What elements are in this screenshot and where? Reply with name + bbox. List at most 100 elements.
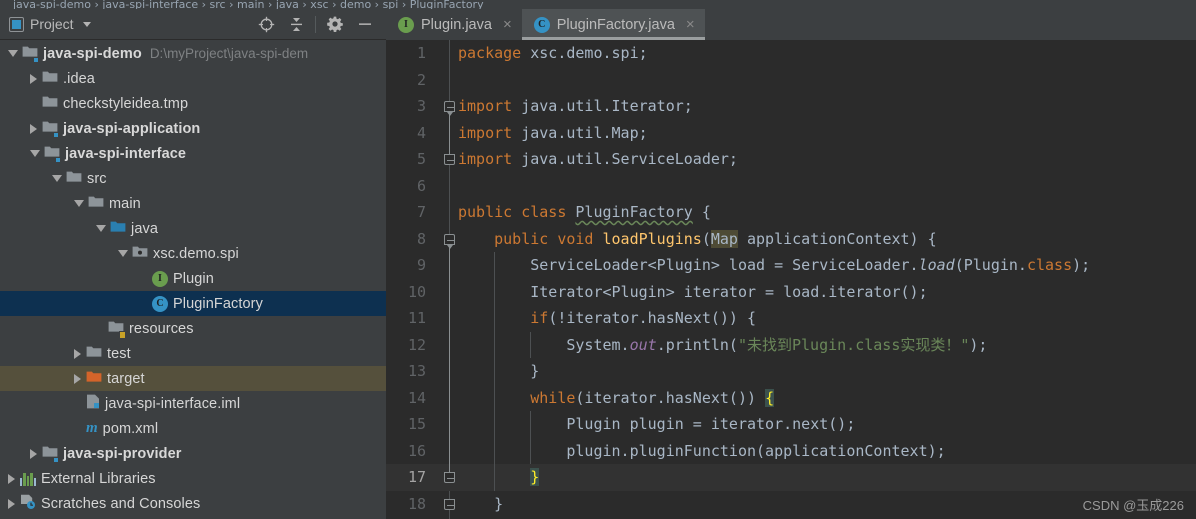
code-editor[interactable]: 1 package xsc.demo.spi; 2 3 import java.util… bbox=[386, 40, 1196, 519]
class-icon: C bbox=[152, 295, 168, 312]
line-number[interactable]: 4 bbox=[386, 120, 426, 147]
tree-row-label: java bbox=[131, 220, 158, 237]
watermark: CSDN @玉成226 bbox=[1082, 498, 1184, 513]
tree-row-main[interactable]: main bbox=[0, 191, 386, 216]
chevron-right-icon[interactable] bbox=[30, 123, 37, 134]
fold-marker-icon[interactable] bbox=[444, 472, 455, 483]
module-folder-icon bbox=[42, 445, 59, 463]
collapse-all-icon[interactable] bbox=[281, 10, 311, 38]
locate-in-tree-icon[interactable] bbox=[251, 10, 281, 38]
fold-marker-icon[interactable] bbox=[444, 233, 455, 249]
code-text: public class PluginFactory { bbox=[458, 203, 711, 221]
code-text: while(iterator.hasNext()) { bbox=[530, 388, 775, 407]
code-text: } bbox=[530, 362, 540, 380]
chevron-right-icon[interactable] bbox=[74, 348, 81, 359]
line-number[interactable]: 17 bbox=[386, 464, 426, 491]
line-number[interactable]: 12 bbox=[386, 332, 426, 359]
chevron-down-icon[interactable] bbox=[118, 250, 128, 257]
chevron-right-icon[interactable] bbox=[8, 498, 15, 509]
line-number[interactable]: 3 bbox=[386, 93, 426, 120]
code-line-5: 5 import java.util.ServiceLoader; bbox=[386, 146, 1196, 173]
tree-row-src[interactable]: src bbox=[0, 166, 386, 191]
chevron-down-icon[interactable] bbox=[74, 200, 84, 207]
code-line-18: 18 } bbox=[386, 491, 1196, 518]
code-line-14: 14 while(iterator.hasNext()) { bbox=[386, 385, 1196, 412]
tree-row-label: pom.xml bbox=[102, 420, 159, 437]
chevron-down-icon[interactable] bbox=[82, 21, 91, 27]
project-toolbar: Project bbox=[0, 9, 386, 40]
code-text: import java.util.Map; bbox=[458, 123, 648, 142]
code-text: package xsc.demo.spi; bbox=[458, 44, 648, 62]
code-text: if(!iterator.hasNext()) { bbox=[530, 309, 757, 327]
project-tree[interactable]: java-spi-demo D:\myProject\java-spi-dem .i… bbox=[0, 40, 386, 519]
tree-row-scratches-and-consoles[interactable]: Scratches and Consoles bbox=[0, 491, 386, 516]
line-number[interactable]: 7 bbox=[386, 199, 426, 226]
line-number[interactable]: 15 bbox=[386, 411, 426, 438]
line-number[interactable]: 14 bbox=[386, 385, 426, 412]
module-folder-icon bbox=[22, 45, 39, 63]
gear-icon[interactable] bbox=[320, 10, 350, 38]
chevron-right-icon[interactable] bbox=[74, 373, 81, 384]
code-text: Iterator<Plugin> iterator = load.iterato… bbox=[530, 282, 928, 301]
folder-icon bbox=[42, 95, 58, 112]
indent-guide bbox=[530, 331, 531, 358]
tree-row-plugin[interactable]: I Plugin bbox=[0, 266, 386, 291]
tree-row-pluginfactory[interactable]: C PluginFactory bbox=[0, 291, 386, 316]
chevron-right-icon[interactable] bbox=[30, 448, 37, 459]
fold-marker-icon[interactable] bbox=[444, 154, 455, 165]
tree-row-label: java-spi-demo bbox=[43, 45, 142, 62]
fold-region-line bbox=[449, 112, 450, 155]
fold-marker-icon[interactable] bbox=[444, 101, 455, 116]
tree-row-java[interactable]: java bbox=[0, 216, 386, 241]
tree-row-java-spi-application[interactable]: java-spi-application bbox=[0, 116, 386, 141]
chevron-down-icon[interactable] bbox=[30, 150, 40, 157]
line-number[interactable]: 10 bbox=[386, 279, 426, 306]
code-line-7: 7 public class PluginFactory { bbox=[386, 199, 1196, 226]
tree-row-test[interactable]: test bbox=[0, 341, 386, 366]
line-number[interactable]: 6 bbox=[386, 173, 426, 200]
line-number[interactable]: 9 bbox=[386, 252, 426, 279]
line-number[interactable]: 11 bbox=[386, 305, 426, 332]
line-number[interactable]: 8 bbox=[386, 226, 426, 253]
close-icon[interactable]: × bbox=[503, 17, 512, 32]
line-number[interactable]: 16 bbox=[386, 438, 426, 465]
code-text: import java.util.Iterator; bbox=[458, 97, 693, 115]
project-title-group[interactable]: Project bbox=[0, 16, 91, 32]
line-number[interactable]: 13 bbox=[386, 358, 426, 385]
fold-marker-icon[interactable] bbox=[444, 498, 455, 510]
tree-row-checkstyleidea-tmp[interactable]: checkstyleidea.tmp bbox=[0, 91, 386, 116]
tree-row-xsc-demo-spi[interactable]: xsc.demo.spi bbox=[0, 241, 386, 266]
chevron-down-icon[interactable] bbox=[52, 175, 62, 182]
chevron-right-icon[interactable] bbox=[8, 473, 15, 484]
indent-guide bbox=[494, 252, 495, 491]
tree-row-pom-xml[interactable]: m pom.xml bbox=[0, 416, 386, 441]
tree-row-java-spi-demo[interactable]: java-spi-demo D:\myProject\java-spi-dem bbox=[0, 41, 386, 66]
editor-tab-label: Plugin.java bbox=[421, 16, 492, 33]
chevron-down-icon[interactable] bbox=[96, 225, 106, 232]
tree-row-path: D:\myProject\java-spi-dem bbox=[149, 46, 309, 61]
tree-row-label: checkstyleidea.tmp bbox=[63, 95, 189, 112]
tree-row--idea[interactable]: .idea bbox=[0, 66, 386, 91]
tree-row-resources[interactable]: resources bbox=[0, 316, 386, 341]
close-icon[interactable]: × bbox=[686, 17, 695, 32]
editor-tab-pluginfactory-java[interactable]: C PluginFactory.java × bbox=[521, 9, 705, 40]
line-number[interactable]: 5 bbox=[386, 146, 426, 173]
minimize-icon[interactable] bbox=[350, 10, 380, 38]
code-text: plugin.pluginFunction(applicationContext… bbox=[566, 441, 946, 460]
line-number[interactable]: 2 bbox=[386, 67, 426, 94]
code-line-2: 2 bbox=[386, 67, 1196, 94]
chevron-down-icon[interactable] bbox=[8, 50, 18, 57]
line-number[interactable]: 18 bbox=[386, 491, 426, 518]
maven-icon: m bbox=[86, 420, 98, 436]
editor-tab-plugin-java[interactable]: I Plugin.java × bbox=[386, 9, 522, 40]
ide-window: java-spi-demo › java-spi-interface › src… bbox=[0, 0, 1196, 519]
line-number[interactable]: 1 bbox=[386, 40, 426, 67]
tree-row-java-spi-interface[interactable]: java-spi-interface bbox=[0, 141, 386, 166]
chevron-right-icon[interactable] bbox=[30, 73, 37, 84]
code-text: public void loadPlugins(Map applicationC… bbox=[494, 229, 937, 248]
tree-row-external-libraries[interactable]: External Libraries bbox=[0, 466, 386, 491]
tree-row-java-spi-provider[interactable]: java-spi-provider bbox=[0, 441, 386, 466]
tree-row-java-spi-interface-iml[interactable]: java-spi-interface.iml bbox=[0, 391, 386, 416]
tree-row-label: test bbox=[107, 345, 131, 362]
tree-row-target[interactable]: target bbox=[0, 366, 386, 391]
